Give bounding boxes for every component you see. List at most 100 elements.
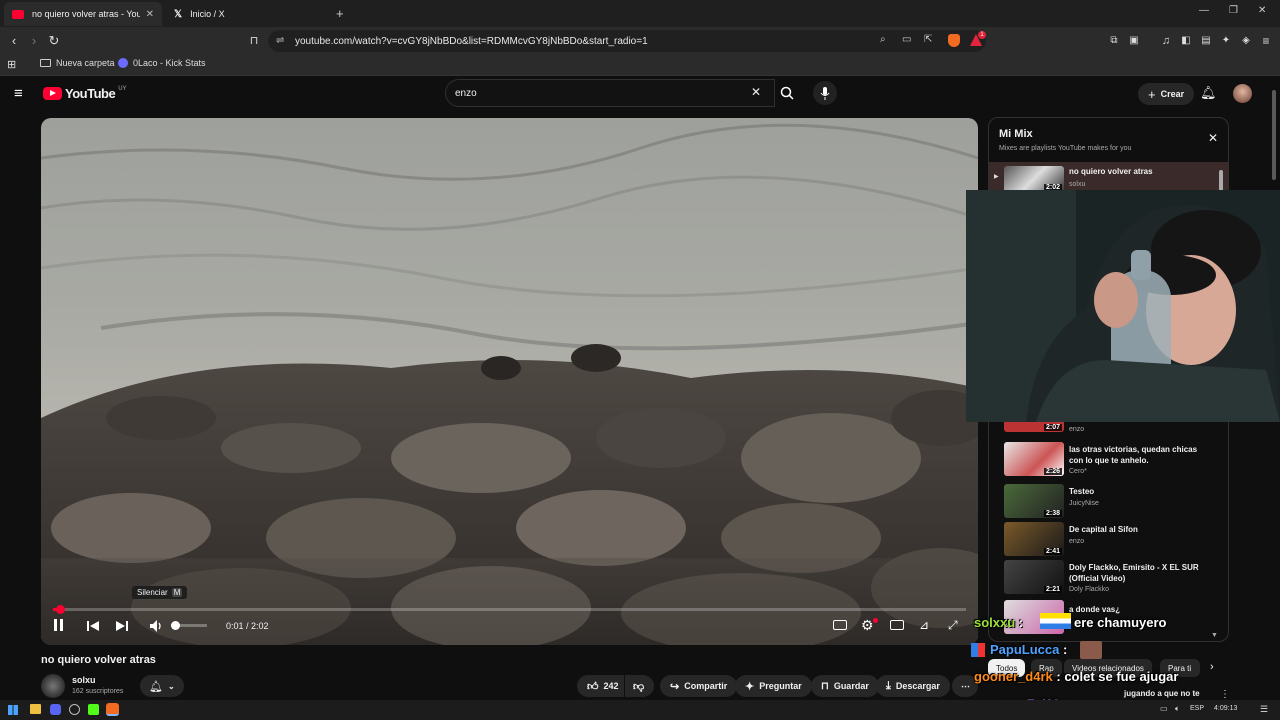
bookmark-kick-stats[interactable]: 0Laco - Kick Stats (118, 58, 206, 68)
close-tab-icon[interactable]: ✕ (146, 9, 154, 20)
file-explorer-icon[interactable] (30, 704, 41, 714)
settings-gear-icon[interactable]: ⚙︎ (861, 617, 874, 634)
extensions-icon[interactable]: ⧉ (1105, 32, 1123, 50)
search-button[interactable] (775, 79, 799, 107)
scroll-down-icon[interactable]: ▼ (1211, 632, 1218, 639)
save-bookmark-icon: ⊓ (821, 680, 829, 692)
forward-button[interactable]: › (25, 32, 43, 50)
kick-icon[interactable] (88, 704, 99, 715)
youtube-logo[interactable]: YouTube UY (43, 86, 127, 101)
next-button[interactable] (116, 619, 128, 637)
notifications-bell-icon[interactable]: 🔔︎ (1200, 85, 1217, 101)
language-indicator[interactable]: ESP (1190, 705, 1204, 712)
clock[interactable]: 4:09:13 (1214, 705, 1237, 712)
restore-button[interactable]: ❐ (1229, 5, 1238, 16)
share-button[interactable]: ↪ Compartir (660, 675, 738, 697)
current-channel: solxu (1069, 181, 1086, 188)
bookmarks-bar: ⊞ Nueva carpeta 0Laco - Kick Stats (0, 54, 1280, 76)
previous-button[interactable] (87, 619, 99, 637)
subtitles-icon[interactable] (833, 620, 847, 630)
cast-icon[interactable]: ▭ (902, 34, 911, 45)
menu-icon[interactable]: ≡ (1257, 32, 1275, 50)
video-player[interactable]: Silenciar M 0:01 / 2:02 ⚙︎ ⊿ ⤢ (41, 118, 978, 645)
more-vertical-icon[interactable]: ⋮ (1220, 689, 1230, 700)
x-logo-icon: 𝕏 (174, 8, 183, 20)
youtube-play-logo-icon (43, 87, 62, 100)
duration: 2:26 (1043, 468, 1062, 475)
progress-bar[interactable] (53, 605, 966, 614)
sidebar-toggle-icon[interactable]: ◧ (1177, 32, 1195, 50)
tab-youtube[interactable]: no quiero volver atras - YouTube ✕ (4, 2, 162, 26)
volume-knob[interactable] (171, 621, 180, 630)
folder-icon (40, 59, 51, 67)
url-text: youtube.com/watch?v=cvGY8jNbBDo&list=RDM… (295, 35, 648, 47)
notification-center-icon[interactable]: ☰ (1260, 704, 1268, 715)
close-window-button[interactable]: ✕ (1258, 5, 1266, 16)
apps-grid-icon[interactable]: ⊞ (7, 58, 16, 71)
reload-button[interactable]: ↻ (45, 32, 63, 50)
back-button[interactable]: ‹ (5, 32, 23, 50)
tab-x[interactable]: 𝕏 Inicio / X (166, 2, 326, 26)
current-thumbnail: 2:02 (1004, 166, 1064, 192)
like-button[interactable]: 👍︎ 242 (577, 675, 624, 697)
windows-start-icon[interactable] (8, 705, 18, 715)
cast-screen-icon[interactable]: ⊿ (919, 618, 929, 632)
mute-tooltip: Silenciar M (132, 586, 188, 599)
hd-badge (873, 618, 878, 623)
subscriber-count: 162 suscriptores (72, 688, 124, 695)
clear-search-icon[interactable]: ✕ (751, 85, 761, 99)
download-button[interactable]: ⤓ Descargar (876, 675, 950, 697)
sidebar-panel-icon[interactable]: ▣ (1125, 32, 1143, 50)
chat-line-1: solxxu : (974, 615, 1024, 630)
site-info-icon[interactable]: ⇌ (276, 35, 284, 46)
bookmark-icon[interactable]: ⊓ (245, 32, 263, 50)
rewards-badge: 1 (978, 31, 986, 39)
related-video-title-partial[interactable]: jugando a que no te (1124, 689, 1200, 698)
ask-button[interactable]: ✦ Preguntar (735, 675, 812, 697)
playlist-scrollbar[interactable] (1219, 170, 1223, 192)
miniplayer-icon[interactable] (890, 620, 904, 630)
media-icon[interactable]: ♫ (1157, 32, 1175, 50)
list-item[interactable]: 2:41 De capital al Sifon enzo (1004, 522, 1219, 558)
subscription-bell-button[interactable]: 🔔︎ ⌄ (140, 675, 184, 697)
search-input[interactable]: enzo ✕ (445, 79, 775, 107)
create-button[interactable]: + Crear (1138, 83, 1195, 105)
hamburger-menu-icon[interactable]: ≡ (14, 85, 23, 102)
list-item[interactable]: 2:26 las otras victorias, quedan chicas … (1004, 442, 1219, 478)
channel-name: enzo (1069, 538, 1085, 545)
close-mix-icon[interactable]: ✕ (1208, 131, 1218, 145)
minimize-button[interactable]: — (1199, 5, 1209, 16)
mute-button[interactable] (150, 619, 163, 637)
current-item[interactable]: ▶ 2:02 no quiero volver atras solxu (989, 162, 1228, 192)
volume-slider[interactable] (171, 621, 207, 630)
obs-icon[interactable] (69, 704, 80, 715)
thumbs-up-icon: 👍︎ (587, 680, 599, 693)
brave-taskbar-icon[interactable] (106, 703, 119, 716)
voice-search-button[interactable] (813, 81, 837, 105)
leo-ai-icon[interactable]: ✦ (1217, 32, 1235, 50)
save-button[interactable]: ⊓ Guardar (811, 675, 879, 697)
share-icon[interactable]: ⇱ (924, 34, 932, 45)
chips-next-icon[interactable]: › (1210, 661, 1214, 673)
list-item[interactable]: 2:38 Testeo JuicyNise (1004, 484, 1219, 520)
discord-icon[interactable] (50, 704, 61, 715)
url-bar[interactable]: ⇌ youtube.com/watch?v=cvGY8jNbBDo&list=R… (268, 30, 986, 52)
page-scrollbar[interactable] (1272, 90, 1276, 180)
wallet-icon[interactable]: ▤ (1197, 32, 1215, 50)
dislike-button[interactable]: 👎︎ (625, 675, 654, 697)
channel-avatar[interactable] (41, 674, 65, 698)
network-icon[interactable]: ▭ (1160, 704, 1168, 713)
vpn-icon[interactable]: ◈ (1237, 32, 1255, 50)
speaker-icon[interactable]: 🔈︎ (1175, 704, 1180, 714)
fullscreen-icon[interactable]: ⤢ (948, 618, 958, 633)
bookmark-folder[interactable]: Nueva carpeta (40, 58, 115, 68)
mix-title: Mi Mix (999, 128, 1033, 140)
zoom-icon[interactable]: ⌕ (880, 34, 886, 45)
new-tab-button[interactable]: + (336, 6, 344, 21)
pause-button[interactable] (53, 618, 65, 632)
avatar[interactable] (1233, 84, 1252, 103)
brave-shield-icon[interactable] (948, 34, 960, 47)
list-item[interactable]: 2:21 Doly Flackko, Emirsito - X EL SUR (… (1004, 560, 1219, 596)
volume-icon (150, 620, 161, 632)
channel-name[interactable]: solxu (72, 675, 96, 685)
